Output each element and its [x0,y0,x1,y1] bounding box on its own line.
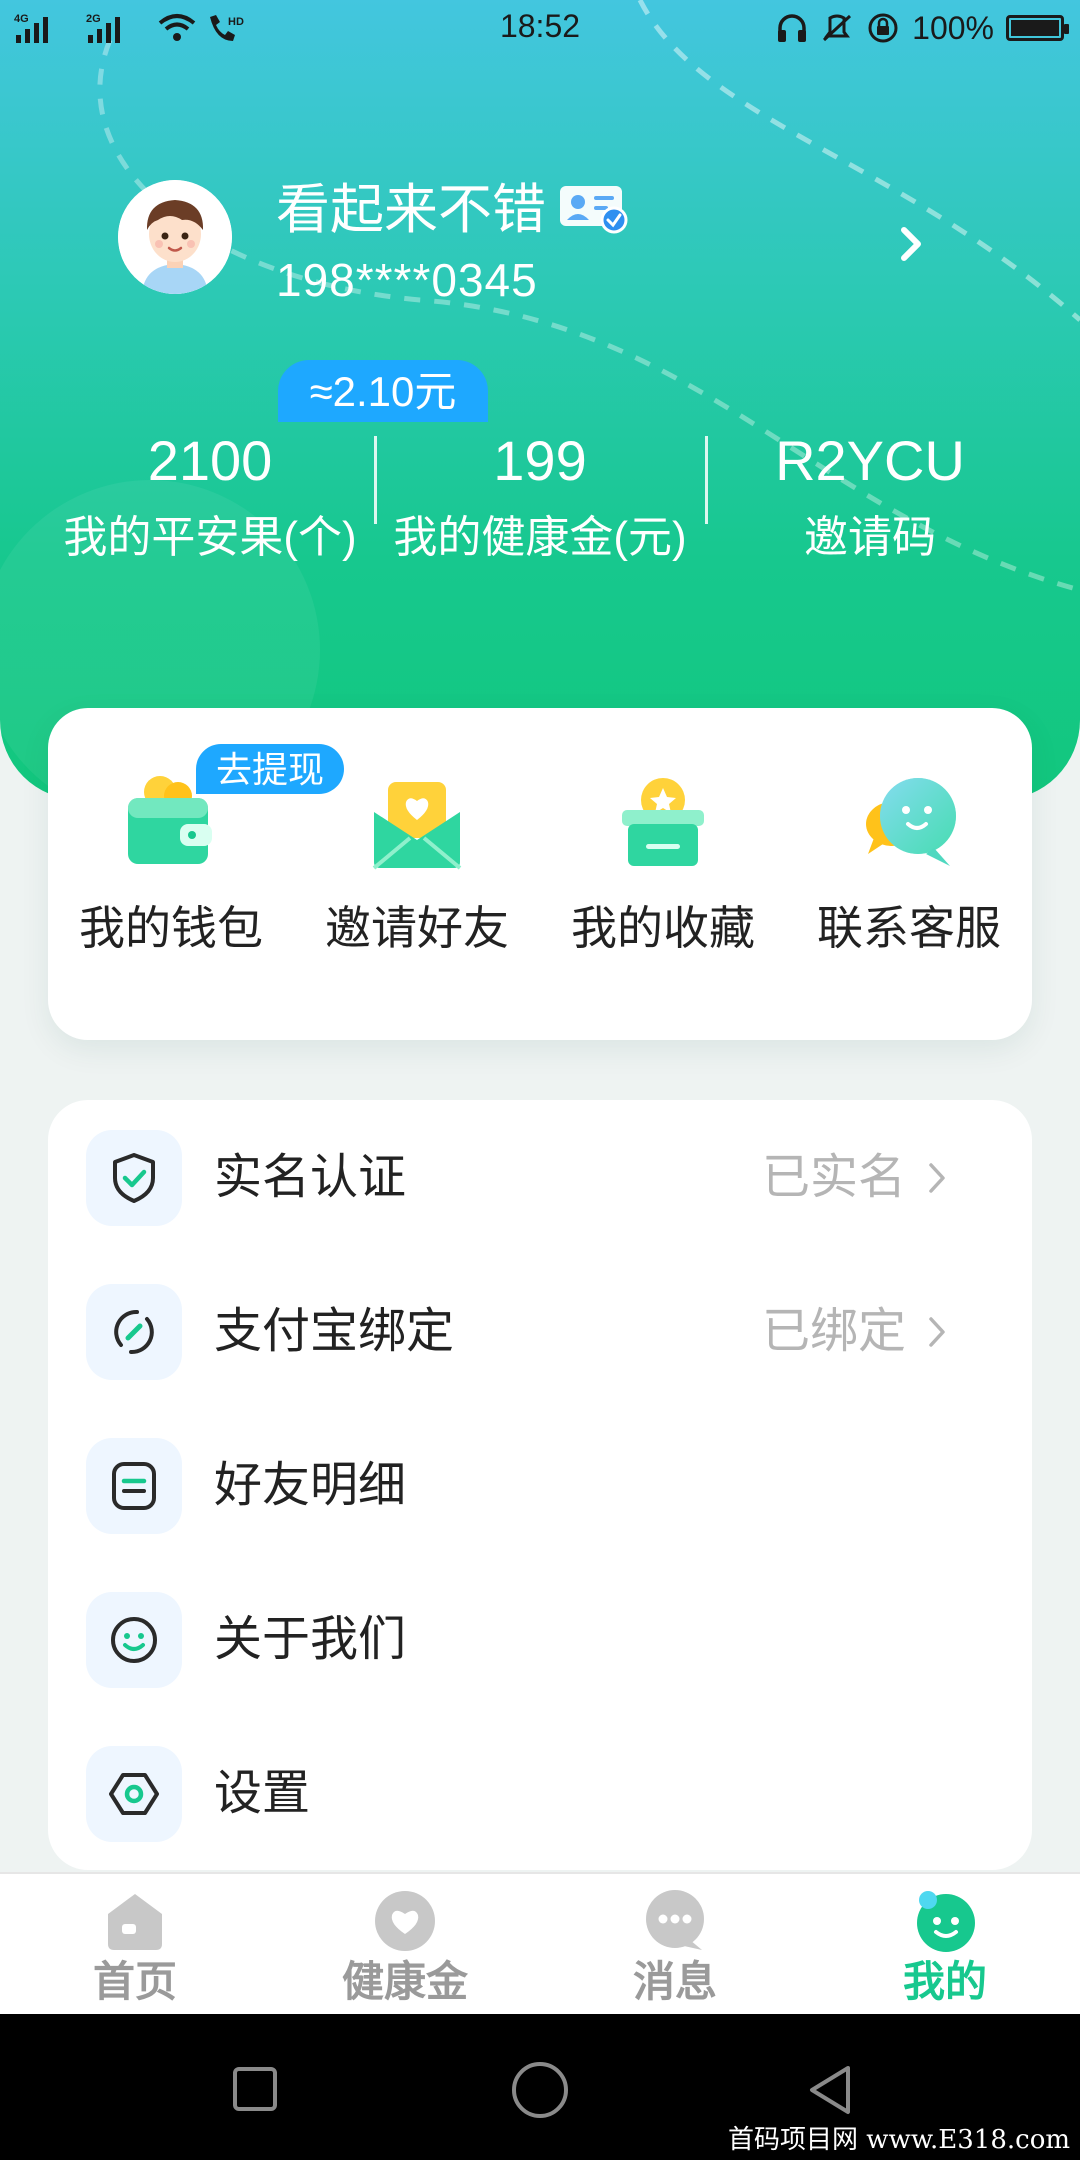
message-icon [646,1890,704,1950]
menu-status: 已绑定 [761,1305,906,1358]
chevron-right-icon[interactable] [896,222,926,266]
quick-actions-card: 我的钱包 去提现 邀请好友 我的收藏 联系客服 [48,708,1032,1040]
tab-label: 首页 [92,1958,177,2005]
menu-item-settings[interactable]: 设置 [48,1716,1032,1870]
battery-icon [1006,15,1069,41]
action-wallet[interactable]: 我的钱包 [48,768,294,956]
menu-item-alipay-binding[interactable]: 支付宝绑定 已绑定 [48,1254,1032,1408]
system-navigation-bar: 首码项目网 www.E318.com [0,2014,1080,2160]
verified-id-icon [560,186,628,234]
stat-safe-fruit[interactable]: 2100 我的平安果(个) [45,428,375,566]
stat-label: 我的健康金(元) [393,513,687,562]
back-button-icon[interactable] [804,2062,856,2118]
action-label: 邀请好友 [325,902,509,954]
settings-hexagon-icon [109,1773,159,1815]
menu-status: 已实名 [761,1151,906,1204]
shield-check-icon [113,1153,155,1203]
action-invite-friends[interactable]: 邀请好友 [294,768,540,956]
detail-list-icon [112,1462,156,1510]
tab-health-gold[interactable]: 健康金 [270,1874,540,2014]
screen: 4G 2G HD 18:52 100% 看起来不错 198****0345 ≈2… [0,0,1080,2160]
tab-label: 消息 [632,1958,717,2005]
menu-icon-box [86,1438,182,1534]
avatar-boy-icon [118,180,232,294]
home-icon [108,1894,162,1950]
customer-service-chat-icon [866,778,956,866]
menu-label: 关于我们 [214,1613,407,1666]
menu-label: 好友明细 [214,1459,407,1512]
approx-value-pill: ≈2.10元 [278,360,488,422]
battery-percent: 100% [912,9,994,46]
menu-label: 设置 [214,1767,311,1820]
menu-label: 实名认证 [214,1151,407,1204]
favorites-box-icon [622,778,704,866]
avatar[interactable] [118,180,232,294]
heart-icon [375,1891,435,1951]
status-bar-right: 100% [776,8,1069,48]
vibrate-mute-icon [823,14,852,42]
menu-card: 实名认证 已实名 支付宝绑定 已绑定 好友明细 关于我们 设置 [48,1100,1032,1870]
menu-item-friend-details[interactable]: 好友明细 [48,1408,1032,1562]
action-customer-service[interactable]: 联系客服 [786,768,1032,956]
chevron-right-icon [929,1163,945,1193]
stat-value: 2100 [147,429,273,492]
stat-label: 我的平安果(个) [63,513,357,562]
profile-face-icon [917,1891,975,1952]
action-favorites[interactable]: 我的收藏 [540,768,786,956]
invite-envelope-icon [372,782,462,870]
menu-icon-box [86,1284,182,1380]
chevron-right-icon [929,1317,945,1347]
tab-label: 健康金 [341,1958,468,2005]
stat-invite-code[interactable]: R2YCU 邀请码 [705,428,1035,566]
home-button-icon[interactable] [510,2060,570,2120]
rotation-lock-icon [868,13,898,43]
menu-icon-box [86,1130,182,1226]
action-label: 我的钱包 [79,902,263,954]
nickname[interactable]: 看起来不错 [276,178,546,242]
stat-value: R2YCU [775,429,965,492]
stat-label: 邀请码 [804,513,936,562]
link-bind-icon [114,1309,154,1355]
action-label: 联系客服 [817,902,1001,954]
tab-home[interactable]: 首页 [0,1874,270,2014]
tab-mine[interactable]: 我的 [810,1874,1080,2014]
header-decoration [0,0,1080,800]
battery-fill [1011,20,1059,36]
menu-item-real-name[interactable]: 实名认证 已实名 [48,1100,1032,1254]
menu-label: 支付宝绑定 [214,1305,455,1358]
action-label: 我的收藏 [571,902,755,954]
menu-item-about-us[interactable]: 关于我们 [48,1562,1032,1716]
headphones-icon [778,14,807,42]
status-bar: 4G 2G HD 18:52 100% [0,0,1080,56]
stat-health-gold[interactable]: 199 我的健康金(元) [375,428,705,566]
stat-value: 199 [493,429,587,492]
menu-icon-box [86,1592,182,1688]
recent-apps-icon[interactable] [232,2066,278,2112]
bottom-tab-bar: 首页 健康金 消息 我的 [0,1872,1080,2014]
tab-messages[interactable]: 消息 [540,1874,810,2014]
watermark: 首码项目网 www.E318.com [728,2125,1070,2155]
phone-number: 198****0345 [276,254,538,306]
menu-icon-box [86,1746,182,1842]
tab-label: 我的 [902,1958,987,2005]
smile-icon [111,1617,157,1663]
